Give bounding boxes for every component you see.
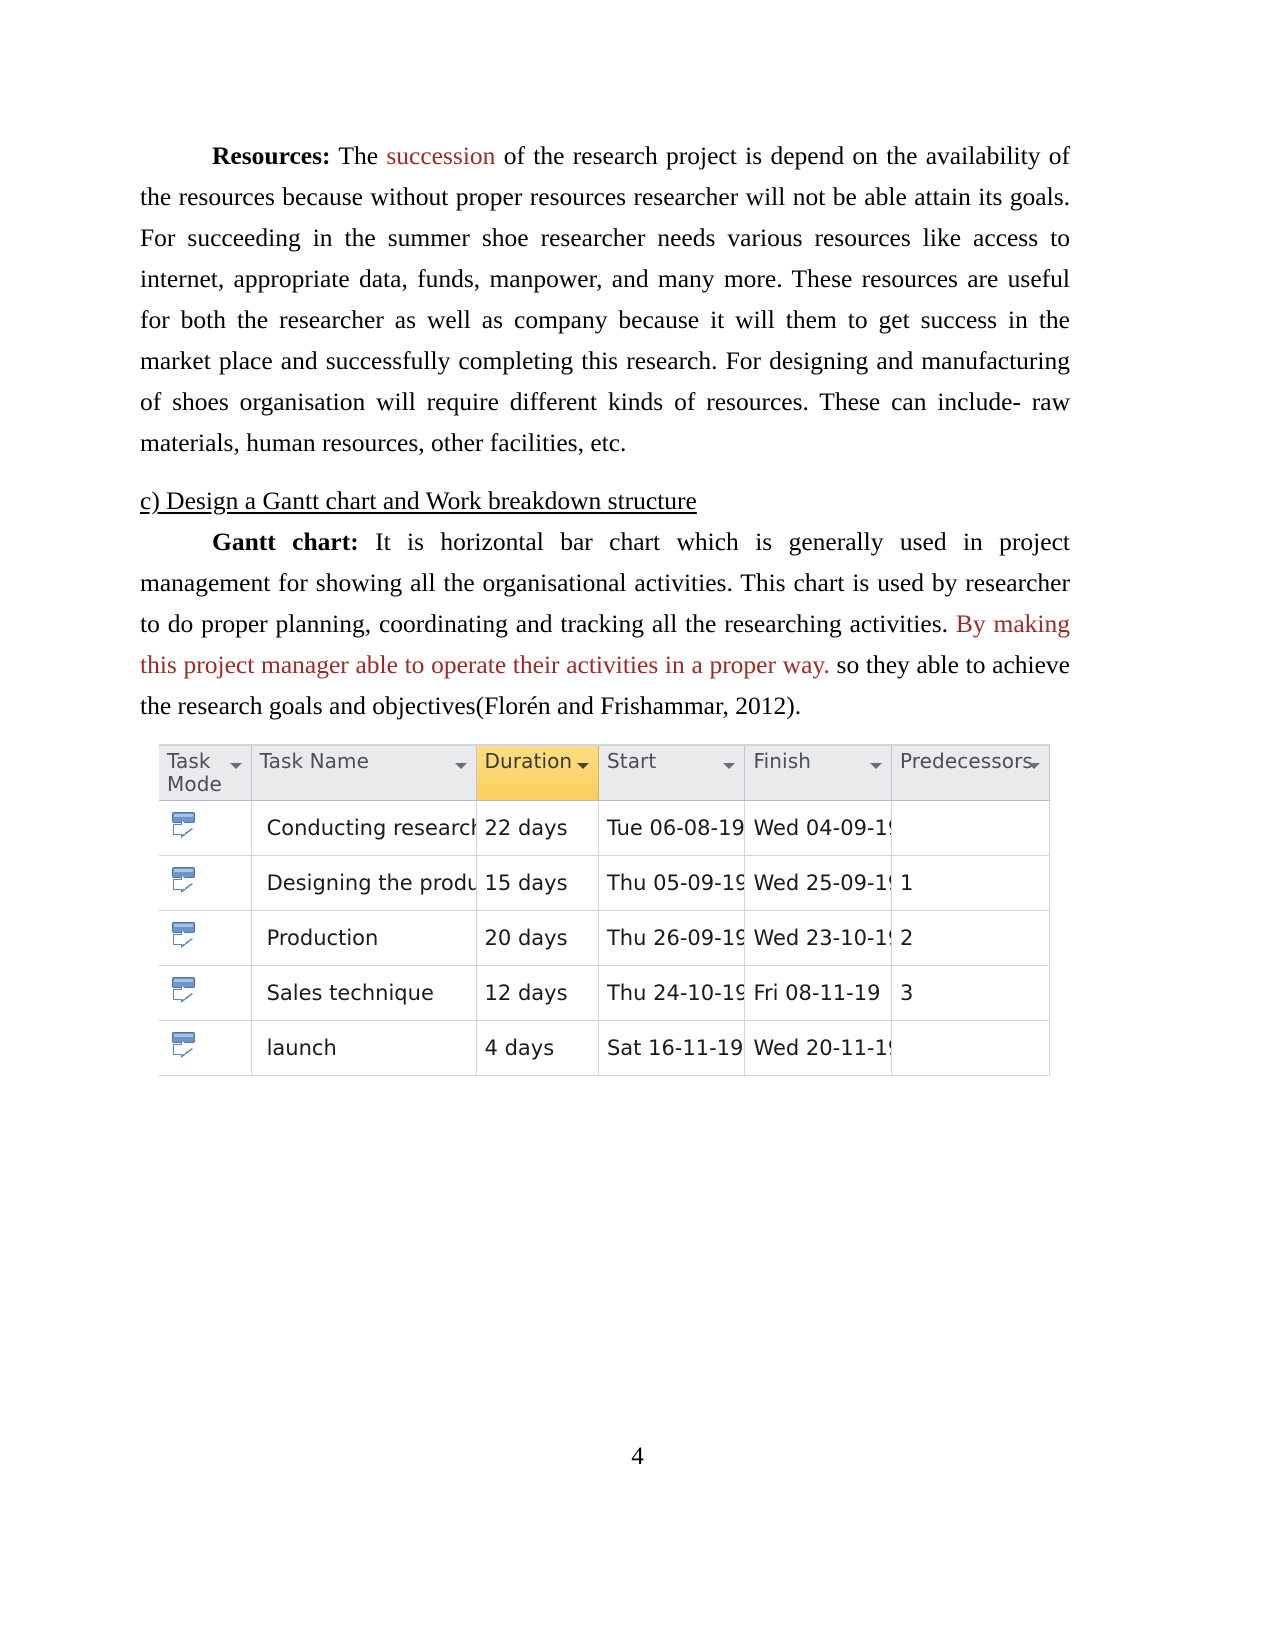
column-header-task-mode[interactable]: Task Mode [159, 744, 252, 801]
cell-finish: Fri 08-11-19 [744, 965, 892, 1021]
cell-predecessors [891, 800, 1051, 856]
cell-task-name: launch [251, 1020, 477, 1076]
column-header-duration-label: Duration [484, 749, 573, 773]
cell-task-mode[interactable] [159, 910, 252, 966]
table-row[interactable]: Sales technique 12 days Thu 24-10-19 Fri… [159, 965, 1051, 1021]
cell-task-name: Sales technique [251, 965, 477, 1021]
manually-scheduled-icon [171, 865, 197, 901]
table-row[interactable]: Production 20 days Thu 26-09-19 Wed 23-1… [159, 910, 1051, 966]
paragraph-resources-seg-0: The [330, 141, 387, 170]
paragraph-gantt-lead: Gantt chart: [212, 527, 359, 556]
cell-start: Thu 26-09-19 [598, 910, 746, 966]
cell-duration: 15 days [476, 855, 599, 911]
paragraph-resources-lead: Resources: [212, 141, 331, 170]
column-header-duration[interactable]: Duration [475, 744, 599, 801]
manually-scheduled-icon [171, 1030, 197, 1066]
cell-start: Thu 05-09-19 [598, 855, 746, 911]
column-header-task-name[interactable]: Task Name [251, 744, 477, 801]
column-header-predecessors-label: Predecessors [899, 749, 1033, 773]
cell-task-mode[interactable] [159, 800, 252, 856]
cell-predecessors: 1 [891, 855, 1051, 911]
column-header-task-name-label: Task Name [259, 749, 370, 773]
paragraph-gantt-chart: Gantt chart: It is horizontal bar chart … [140, 521, 1070, 726]
cell-predecessors: 2 [891, 910, 1051, 966]
cell-finish: Wed 04-09-19 [744, 800, 892, 856]
gantt-task-table: Task Mode Task Name Duration Start Finis… [159, 744, 1051, 1076]
cell-task-name: Production [251, 910, 477, 966]
cell-task-mode[interactable] [159, 855, 252, 911]
cell-task-name: Conducting research [251, 800, 477, 856]
paragraph-resources-seg-1-highlight: succession [386, 141, 496, 170]
cell-finish: Wed 20-11-19 [744, 1020, 892, 1076]
filter-dropdown-icon-start[interactable] [723, 763, 736, 769]
cell-finish: Wed 23-10-19 [744, 910, 892, 966]
column-header-predecessors[interactable]: Predecessors [891, 744, 1051, 801]
cell-start: Sat 16-11-19 [598, 1020, 746, 1076]
cell-task-name: Designing the product [251, 855, 477, 911]
cell-duration: 20 days [476, 910, 599, 966]
table-row[interactable]: Designing the product 15 days Thu 05-09-… [159, 855, 1051, 911]
section-heading-c-text: c) Design a Gantt chart and Work breakdo… [140, 486, 697, 515]
document-body: Resources: The succession of the researc… [140, 135, 1070, 726]
page-number: 4 [631, 1443, 644, 1470]
cell-duration: 12 days [476, 965, 599, 1021]
column-header-start[interactable]: Start [598, 744, 746, 801]
filter-dropdown-icon-task-mode[interactable] [229, 763, 242, 769]
column-header-finish-label: Finish [753, 749, 811, 773]
column-header-start-label: Start [606, 749, 657, 773]
cell-predecessors: 3 [891, 965, 1051, 1021]
cell-task-mode[interactable] [159, 1020, 252, 1076]
gantt-chart-table-image: Task Mode Task Name Duration Start Finis… [159, 744, 1051, 1076]
manually-scheduled-icon [171, 975, 197, 1011]
manually-scheduled-icon [171, 920, 197, 956]
column-header-task-mode-label: Task [167, 749, 211, 773]
table-row[interactable]: launch 4 days Sat 16-11-19 Wed 20-11-19 [159, 1020, 1051, 1076]
cell-task-mode[interactable] [159, 965, 252, 1021]
cell-predecessors [891, 1020, 1051, 1076]
column-header-finish[interactable]: Finish [744, 744, 892, 801]
filter-dropdown-icon-predecessors[interactable] [1028, 763, 1040, 769]
table-header-row: Task Mode Task Name Duration Start Finis… [159, 744, 1051, 801]
cell-start: Thu 24-10-19 [598, 965, 746, 1021]
cell-start: Tue 06-08-19 [598, 800, 746, 856]
document-page: Resources: The succession of the researc… [0, 0, 1275, 1650]
filter-dropdown-icon-task-name[interactable] [454, 763, 467, 769]
cell-duration: 22 days [476, 800, 599, 856]
column-header-task-mode-label2: Mode [167, 772, 222, 796]
filter-dropdown-icon-finish[interactable] [869, 763, 882, 769]
paragraph-resources: Resources: The succession of the researc… [140, 135, 1070, 463]
section-heading-c: c) Design a Gantt chart and Work breakdo… [140, 480, 1070, 521]
cell-duration: 4 days [476, 1020, 599, 1076]
paragraph-resources-seg-2: of the research project is depend on the… [140, 141, 1071, 457]
filter-dropdown-icon-duration[interactable] [576, 763, 589, 769]
table-row[interactable]: Conducting research 22 days Tue 06-08-19… [159, 800, 1051, 856]
cell-finish: Wed 25-09-19 [744, 855, 892, 911]
manually-scheduled-icon [171, 810, 197, 846]
